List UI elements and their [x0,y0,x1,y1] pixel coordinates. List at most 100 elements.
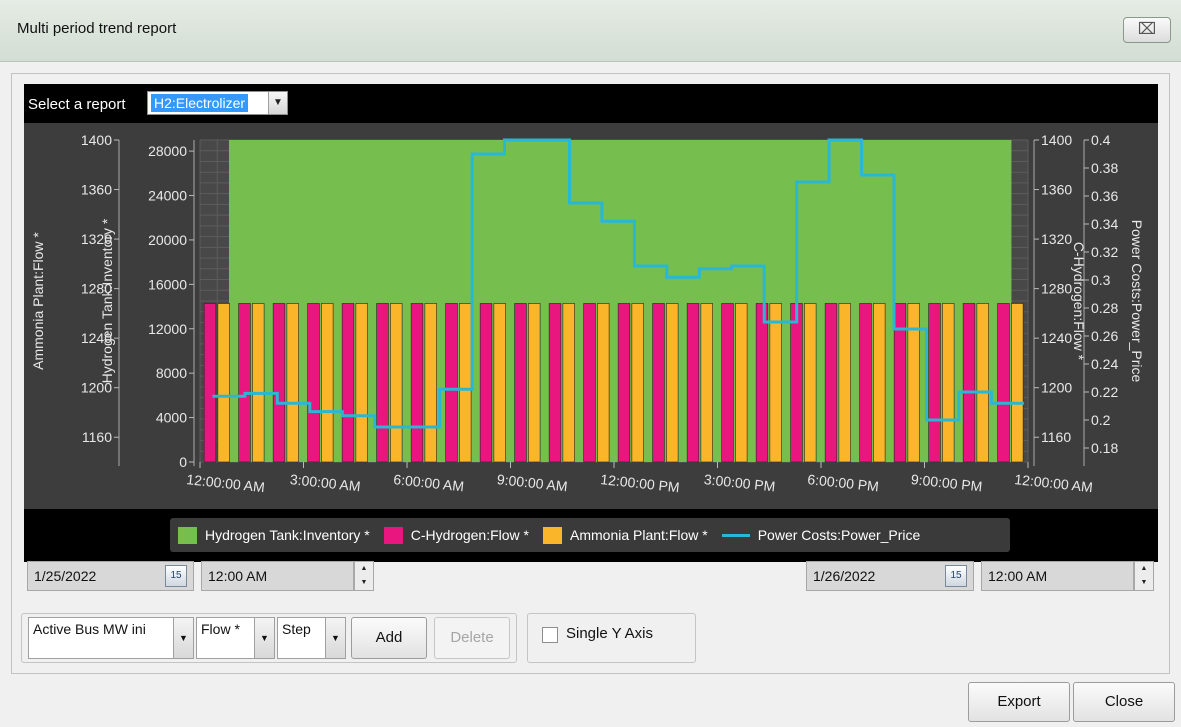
ammonia-bar [873,303,886,463]
legend-item: Ammonia Plant:Flow * [543,526,708,544]
trend-chart: 1400 1360 1320 1280 1240 1200 1160 Ammonia Plan… [30,132,1145,495]
axis-title: C-Hydrogen:Flow * [1071,242,1087,361]
ammonia-bar [700,303,713,463]
axis-tick-label: 1360 [1041,182,1072,198]
axis-tick-label: 0.3 [1091,272,1111,288]
axis-tick-label: 1400 [81,132,112,148]
axis-tick-label: 1200 [1041,380,1072,396]
legend-label: Power Costs:Power_Price [757,527,921,543]
x-tick-label: 3:00:00 AM [289,471,361,494]
legend-swatch [383,526,403,544]
interpolation-combo[interactable]: Step ▼ [277,617,346,659]
ammonia-bar [217,303,230,463]
ammonia-bar [459,303,472,463]
legend-item: C-Hydrogen:Flow * [383,526,529,544]
axis-tick-label: 1400 [1041,132,1072,148]
c-hydrogen-bar [272,303,286,463]
x-tick-label: 12:00:00 PM [600,471,681,495]
axis-tick-label: 28000 [148,143,187,159]
x-tick-label: 12:00:00 AM [186,471,266,495]
axis-tick-label: 1160 [1041,429,1071,445]
end-time-field[interactable]: 12:00 AM [981,561,1134,591]
x-tick-label: 6:00:00 AM [393,471,465,494]
spin-down-icon[interactable]: ▼ [1135,576,1153,590]
legend-swatch [178,526,197,544]
c-hydrogen-bar [514,303,527,463]
x-tick-label: 3:00:00 PM [703,471,776,494]
start-time-spinner[interactable]: ▲ ▼ [354,561,374,591]
legend-swatch [543,526,562,544]
chevron-down-icon[interactable]: ▼ [254,618,274,658]
x-tick-label: 9:00:00 PM [910,471,983,494]
c-hydrogen-bar [548,303,562,463]
c-hydrogen-bar [617,303,631,463]
chart-area: 1400 1360 1320 1280 1240 1200 1160 Ammonia Plan… [24,123,1158,509]
axis-tick-label: 0.34 [1091,216,1118,232]
report-select[interactable]: H2:Electrolizer ▼ [147,91,288,115]
ammonia-bar [424,303,437,463]
axis-tick-label: 0.4 [1091,132,1111,148]
axis-tick-label: 0.38 [1091,160,1118,176]
legend-swatch [721,533,750,537]
export-button[interactable]: Export [968,682,1070,722]
chevron-down-icon[interactable]: ▼ [325,618,345,658]
close-window-button[interactable]: ⌧ [1123,17,1171,43]
legend-item: Power Costs:Power_Price [721,527,921,543]
c-hydrogen-bar [824,303,838,463]
axis-title: Ammonia Plant:Flow * [30,232,46,370]
axis-title: Hydrogen Tank:Inventory * [99,218,115,383]
signal-combo[interactable]: Active Bus MW ini ▼ [28,617,194,659]
c-hydrogen-bar [721,303,734,463]
ammonia-bar [562,303,575,463]
delete-button[interactable]: Delete [434,617,510,659]
axis-tick-label: 1360 [81,182,112,198]
axis-tick-label: 1320 [1041,231,1072,247]
end-time-spinner[interactable]: ▲ ▼ [1134,561,1154,591]
ammonia-bar [1011,303,1024,463]
axis-tick-label: 1160 [82,429,112,445]
measure-combo[interactable]: Flow * ▼ [196,617,275,659]
calendar-icon[interactable]: 15 [945,565,967,587]
chart-legend: Hydrogen Tank:Inventory * C-Hydrogen:Flow… [170,518,1010,552]
axis-tick-label: 0.18 [1091,440,1118,456]
close-button[interactable]: Close [1073,682,1175,722]
ammonia-bar [597,303,610,463]
axis-tick-label: 4000 [156,410,187,426]
legend-item: Hydrogen Tank:Inventory * [178,526,370,544]
single-y-axis-label: Single Y Axis [566,625,654,642]
axis-tick-label: 0.2 [1091,412,1111,428]
c-hydrogen-bar [790,303,803,463]
spin-down-icon[interactable]: ▼ [355,576,373,590]
axis-tick-label: 0.36 [1091,188,1118,204]
c-hydrogen-bar [203,303,217,463]
ammonia-bar [769,303,782,463]
window-title: Multi period trend report [17,20,177,37]
calendar-icon[interactable]: 15 [165,565,187,587]
ammonia-bar [252,303,265,463]
ammonia-bar [355,303,368,463]
c-hydrogen-bar [583,303,596,463]
c-hydrogen-bar [238,303,251,463]
add-button[interactable]: Add [351,617,427,659]
start-time-field[interactable]: 12:00 AM [201,561,354,591]
ammonia-bar [666,303,679,463]
chevron-down-icon[interactable]: ▼ [268,92,287,114]
ammonia-bar [942,303,955,463]
single-y-axis-checkbox[interactable] [542,627,558,643]
ammonia-bar [631,303,644,463]
chevron-down-icon[interactable]: ▼ [173,618,193,658]
c-hydrogen-bar [307,303,320,463]
ammonia-bar [804,303,817,463]
ammonia-bar [321,303,334,463]
x-tick-label: 6:00:00 PM [807,471,880,494]
axis-tick-label: 24000 [148,188,187,204]
ammonia-bar [286,303,299,463]
spin-up-icon[interactable]: ▲ [355,562,373,576]
legend-label: Hydrogen Tank:Inventory * [205,527,370,543]
c-hydrogen-bar [928,303,941,463]
title-bar: Multi period trend report ⌧ [0,0,1181,62]
axis-tick-label: 0.26 [1091,328,1118,344]
spin-up-icon[interactable]: ▲ [1135,562,1153,576]
axis-title: Power Costs:Power_Price [1129,220,1145,383]
ammonia-bar [493,303,506,463]
